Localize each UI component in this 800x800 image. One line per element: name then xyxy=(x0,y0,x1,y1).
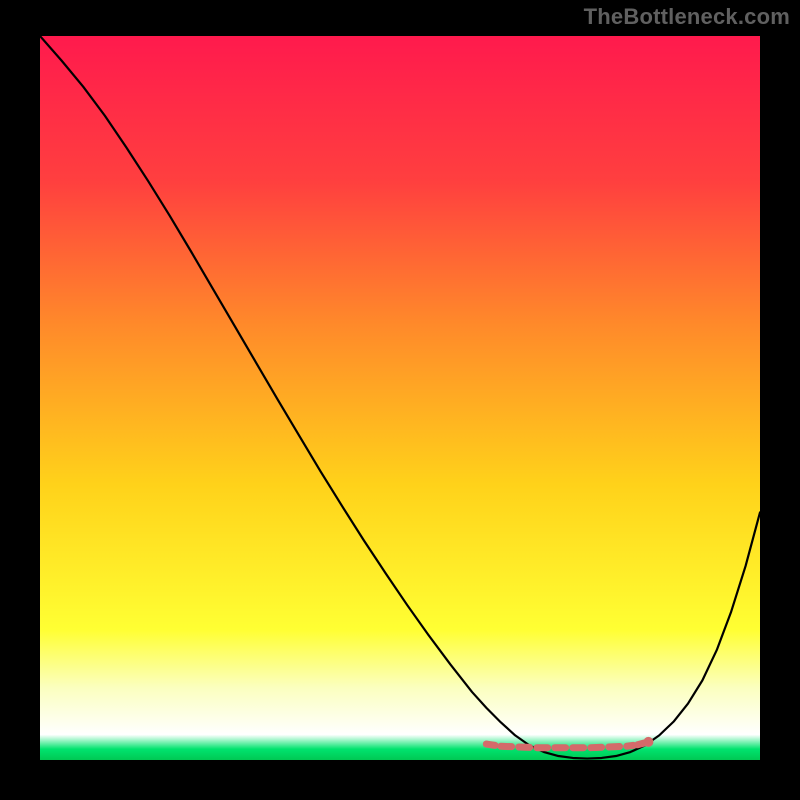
chart-frame: TheBottleneck.com xyxy=(0,0,800,800)
chart-plot-area xyxy=(40,36,760,760)
chart-svg xyxy=(40,36,760,760)
watermark-text: TheBottleneck.com xyxy=(584,4,790,30)
optimal-end-dot xyxy=(643,737,653,747)
gradient-background xyxy=(40,36,760,760)
